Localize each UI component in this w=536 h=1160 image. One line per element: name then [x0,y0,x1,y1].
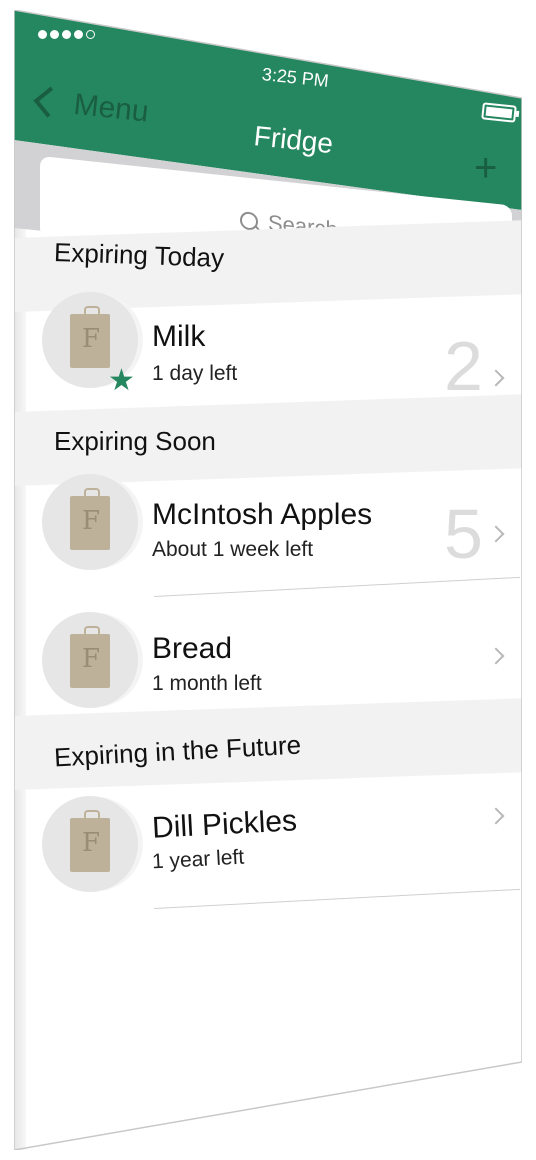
section-label: Expiring Today [53,237,225,273]
grocery-bag-icon: F [70,488,110,550]
search-icon [240,211,258,231]
chevron-left-icon [33,86,65,118]
item-time-left: 1 year left [151,845,245,874]
add-button[interactable]: + [474,148,497,188]
item-thumbnail: F [42,474,138,570]
item-thumbnail: F [42,612,138,708]
star-icon: ★ [108,364,135,397]
item-name: McIntosh Apples [152,498,373,531]
item-time-left: 1 day left [152,362,238,385]
item-count: 5 [444,495,483,573]
item-thumbnail: F [42,796,138,892]
item-time-left: 1 month left [152,672,262,695]
signal-strength-icon [38,30,95,39]
section-label: Expiring Soon [54,426,216,456]
item-time-left: About 1 week left [152,538,314,561]
battery-icon [481,102,517,123]
item-name: Milk [152,320,206,353]
plus-icon: + [474,146,498,190]
grocery-bag-icon: F [70,810,110,872]
item-name: Bread [152,632,233,665]
grocery-bag-icon: F [70,306,110,368]
item-count: 2 [444,327,483,405]
grocery-bag-icon: F [70,626,110,688]
